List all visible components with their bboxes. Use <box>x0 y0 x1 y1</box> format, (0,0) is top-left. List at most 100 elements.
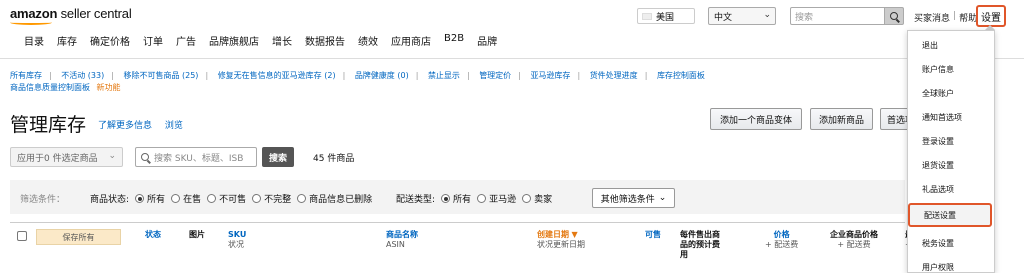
col-price-label: 价格 <box>773 230 790 239</box>
nav-orders[interactable]: 订单 <box>143 33 163 51</box>
col-business-price-label: 企业商品价格 <box>830 230 878 239</box>
fulfillment-amazon-radio[interactable] <box>477 194 487 203</box>
fulfillment-seller-radio[interactable] <box>522 194 532 203</box>
subnav-inactive[interactable]: 不活动 (33) <box>61 71 104 80</box>
menu-user-permissions[interactable]: 用户权限 <box>908 255 994 273</box>
logo-brand: amazon <box>10 6 58 21</box>
col-price-sub-label: + 配送费 <box>765 240 799 249</box>
col-status-label: 状态 <box>145 230 161 239</box>
nav-performance[interactable]: 绩效 <box>358 33 378 51</box>
marketplace-switcher[interactable]: 美国 <box>637 8 695 24</box>
filter-bar: 筛选条件： 商品状态: 所有 在售 不可售 不完整 商品信息已删除 配送类型: … <box>10 180 905 214</box>
status-active-label: 在售 <box>183 195 202 205</box>
inventory-search-input[interactable]: 搜索 SKU、标题、ISB <box>135 147 257 167</box>
inventory-search-button-label: 搜索 <box>268 153 287 164</box>
settings-button[interactable]: 设置 <box>976 5 1006 27</box>
buyer-messages-link[interactable]: 买家消息 <box>914 11 950 24</box>
subnav-brand-health[interactable]: 品牌健康度 (0) <box>355 71 409 80</box>
menu-global-accounts[interactable]: 全球账户 <box>908 81 994 105</box>
col-price[interactable]: 价格 + 配送费 <box>765 230 798 250</box>
chevron-down-icon: ⌄ <box>108 151 116 161</box>
subnav-shipment-progress[interactable]: 货件处理进度 <box>590 71 638 80</box>
col-business-price: 企业商品价格 + 配送费 <box>830 230 878 250</box>
add-variation-button[interactable]: 添加一个商品变体 <box>710 108 802 130</box>
nav-inventory[interactable]: 库存 <box>57 33 77 51</box>
menu-shipping-settings[interactable]: 配送设置 <box>908 203 992 227</box>
subnav-fix-stranded[interactable]: 修复无在售信息的亚马逊库存 (2) <box>218 71 336 80</box>
nav-advertising[interactable]: 广告 <box>176 33 196 51</box>
col-condition-label: 状况 <box>228 240 244 249</box>
col-product-name[interactable]: 商品名称 ASIN <box>386 230 418 250</box>
header-divider <box>0 58 1024 59</box>
nav-stores[interactable]: 品牌旗舰店 <box>209 33 259 51</box>
status-inactive-label: 不可售 <box>219 195 247 205</box>
status-active-radio[interactable] <box>171 194 181 203</box>
more-filters-label: 其他筛选条件 <box>600 194 655 205</box>
fulfillment-filter-label: 配送类型: <box>396 195 436 205</box>
select-all-checkbox[interactable] <box>17 231 27 241</box>
fulfillment-all-radio[interactable] <box>441 194 451 203</box>
bulk-action-select[interactable]: 应用于0 件选定商品 ⌄ <box>10 147 123 167</box>
table-header-divider <box>10 222 905 223</box>
title-links: 了解更多信息 浏览 <box>98 118 193 131</box>
global-search-button[interactable] <box>884 7 904 25</box>
menu-return-settings[interactable]: 退货设置 <box>908 153 994 177</box>
amazon-seller-central-logo[interactable]: amazon seller central <box>10 6 132 25</box>
subnav-remove-unfulfillable[interactable]: 移除不可售商品 (25) <box>123 71 198 80</box>
col-created-date[interactable]: 创建日期 ▼ 状况更新日期 <box>537 230 585 250</box>
menu-logout-label: 退出 <box>922 40 938 50</box>
subnav-inventory-dashboard[interactable]: 库存控制面板 <box>657 71 705 80</box>
nav-catalog[interactable]: 目录 <box>24 33 44 51</box>
search-icon <box>890 12 898 20</box>
menu-notification-prefs-label: 通知首选项 <box>922 112 962 122</box>
status-incomplete-radio[interactable] <box>252 194 262 203</box>
menu-login-settings[interactable]: 登录设置 <box>908 129 994 153</box>
nav-appstore[interactable]: 应用商店 <box>391 33 431 51</box>
status-deleted-radio[interactable] <box>297 194 307 203</box>
page-title: 管理库存 <box>10 115 87 136</box>
search-placeholder: 搜索 <box>795 12 814 23</box>
subnav-all-inventory[interactable]: 所有库存 <box>10 71 42 80</box>
help-link[interactable]: 帮助 <box>959 11 977 24</box>
nav-reports[interactable]: 数据报告 <box>305 33 345 51</box>
subnav-manage-pricing[interactable]: 管理定价 <box>479 71 511 80</box>
menu-account-info[interactable]: 账户信息 <box>908 57 994 81</box>
more-filters-button[interactable]: 其他筛选条件 ⌄ <box>592 188 675 208</box>
global-search-input[interactable]: 搜索 <box>790 7 885 25</box>
new-feature-badge: 新功能 <box>96 83 121 92</box>
col-status[interactable]: 状态 <box>145 230 161 240</box>
language-select[interactable]: 中文 ⌄ <box>708 7 776 25</box>
menu-global-accounts-label: 全球账户 <box>922 88 954 98</box>
browse-link[interactable]: 浏览 <box>165 121 183 131</box>
menu-shipping-settings-label: 配送设置 <box>924 210 956 220</box>
inventory-search-button[interactable]: 搜索 <box>262 147 294 167</box>
menu-gift-options[interactable]: 礼品选项 <box>908 177 994 201</box>
col-sku[interactable]: SKU 状况 <box>228 230 246 250</box>
col-available-label: 可售 <box>645 230 661 239</box>
col-available[interactable]: 可售 <box>645 230 661 240</box>
subnav-suppressed[interactable]: 禁止显示 <box>428 71 460 80</box>
nav-pricing[interactable]: 确定价格 <box>90 33 130 51</box>
col-asin-label: ASIN <box>386 240 405 249</box>
menu-tax-settings[interactable]: 税务设置 <box>908 231 994 255</box>
menu-tax-settings-label: 税务设置 <box>922 238 954 248</box>
nav-brands[interactable]: 品牌 <box>477 33 497 51</box>
status-inactive-radio[interactable] <box>207 194 217 203</box>
add-product-button[interactable]: 添加新商品 <box>810 108 873 130</box>
status-all-radio[interactable] <box>135 194 145 203</box>
nav-b2b[interactable]: B2B <box>444 33 464 51</box>
language-label: 中文 <box>714 12 733 23</box>
learn-more-link[interactable]: 了解更多信息 <box>98 121 152 131</box>
menu-logout[interactable]: 退出 <box>908 33 994 57</box>
subnav-fba-inventory[interactable]: 亚马逊库存 <box>530 71 570 80</box>
bulk-action-label: 应用于0 件选定商品 <box>17 153 98 164</box>
col-status-updated-label: 状况更新日期 <box>537 240 585 249</box>
fulfillment-amazon-label: 亚马逊 <box>489 195 517 205</box>
nav-growth[interactable]: 增长 <box>272 33 292 51</box>
subnav-listing-quality[interactable]: 商品信息质量控制面板 <box>10 83 90 92</box>
menu-notification-prefs[interactable]: 通知首选项 <box>908 105 994 129</box>
status-filter-label: 商品状态: <box>90 195 130 205</box>
menu-return-settings-label: 退货设置 <box>922 160 954 170</box>
sort-desc-icon: ▼ <box>571 230 578 239</box>
save-all-button[interactable]: 保存所有 <box>36 229 121 245</box>
